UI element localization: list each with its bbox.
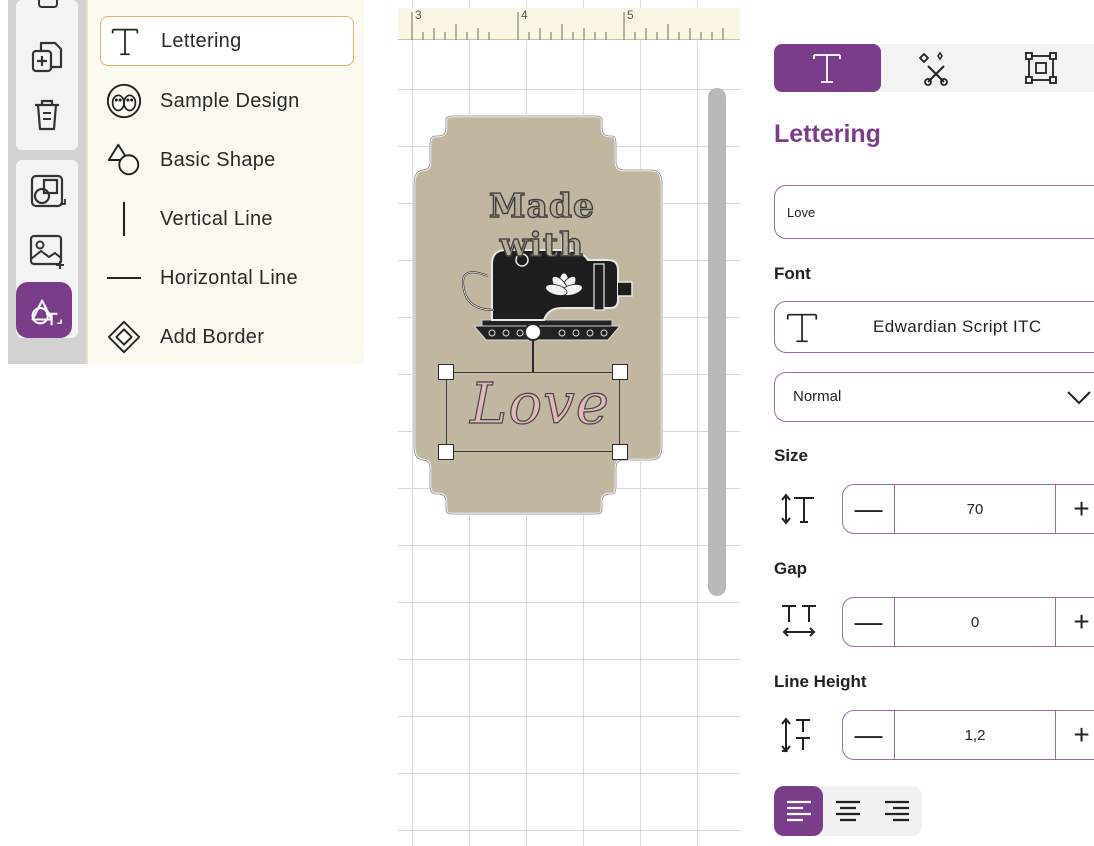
text-tab-icon [813, 54, 842, 83]
design-text-made-with[interactable]: Made with [442, 185, 642, 264]
line-height-stepper: — 1,2 + [842, 710, 1094, 760]
rotation-stem [532, 340, 534, 372]
top-ruler: 3 4 5 [398, 8, 740, 40]
text-alignment-group [774, 786, 922, 836]
menu-item-vertical-line[interactable]: Vertical Line [100, 194, 354, 244]
font-size-icon [781, 493, 814, 525]
align-center-icon [835, 800, 860, 822]
menu-item-label: Basic Shape [160, 148, 276, 171]
font-name: Edwardian Script ITC [873, 317, 1042, 336]
menu-item-label: Horizontal Line [160, 266, 298, 289]
menu-item-label: Sample Design [160, 89, 300, 112]
add-menu-panel: Lettering Sample Design Basic Shape Vert… [86, 0, 364, 364]
horizontal-line-icon [100, 259, 148, 297]
font-style-select[interactable]: Normal [774, 372, 1094, 422]
size-label: Size [774, 446, 809, 465]
line-height-value[interactable]: 1,2 [895, 711, 1055, 759]
font-style-value: Normal [793, 388, 842, 405]
menu-item-label: Add Border [160, 325, 265, 348]
canvas-vertical-scrollbar[interactable] [708, 88, 726, 596]
menu-item-basic-shape[interactable]: Basic Shape [100, 135, 354, 185]
tab-text[interactable] [774, 44, 881, 92]
letter-gap-icon [782, 605, 816, 637]
size-value[interactable]: 70 [895, 485, 1055, 533]
menu-item-lettering[interactable]: Lettering [100, 16, 354, 66]
selection-box[interactable] [446, 372, 620, 452]
align-left-icon [786, 800, 811, 822]
line-height-icon [781, 717, 810, 753]
delete-icon[interactable] [16, 86, 78, 144]
menu-item-horizontal-line[interactable]: Horizontal Line [100, 253, 354, 303]
gap-increase-button[interactable]: + [1055, 598, 1094, 646]
gap-stepper: — 0 + [842, 597, 1094, 647]
ruler-ticks [411, 12, 724, 40]
line-height-decrease-button[interactable]: — [843, 711, 895, 759]
tab-effects[interactable] [881, 44, 988, 92]
align-right-icon [885, 800, 910, 822]
add-text-shape-icon [31, 299, 62, 326]
resize-handle-bottom-left[interactable] [438, 444, 454, 460]
duplicate-icon[interactable] [16, 28, 78, 86]
shapes-icon [100, 141, 148, 179]
size-increase-button[interactable]: + [1055, 485, 1094, 533]
rotate-handle[interactable] [524, 323, 542, 341]
chevron-down-icon [1067, 391, 1091, 405]
copy-icon[interactable] [16, 0, 78, 28]
gap-label: Gap [774, 559, 808, 578]
menu-item-label: Lettering [161, 29, 242, 52]
border-icon [100, 318, 148, 356]
ruler-mark-4: 4 [521, 8, 528, 22]
font-T-icon [786, 313, 818, 343]
line-height-label: Line Height [774, 672, 867, 691]
resize-icon[interactable] [16, 162, 78, 220]
resize-handle-top-left[interactable] [438, 364, 454, 380]
transform-tab-icon [1024, 52, 1057, 84]
resize-handle-bottom-right[interactable] [612, 444, 628, 460]
resize-handle-top-right[interactable] [612, 364, 628, 380]
align-left-button[interactable] [774, 786, 824, 836]
menu-item-add-border[interactable]: Add Border [100, 312, 354, 362]
gap-decrease-button[interactable]: — [843, 598, 895, 646]
menu-item-sample-design[interactable]: Sample Design [100, 76, 354, 126]
size-stepper: — 70 + [842, 484, 1094, 534]
add-text-shape-button[interactable] [16, 282, 72, 338]
panel-tabs [774, 44, 1094, 92]
ruler-mark-5: 5 [627, 8, 634, 22]
align-center-button[interactable] [823, 786, 872, 836]
menu-item-label: Vertical Line [160, 207, 273, 230]
text-T-icon [101, 22, 149, 60]
lettering-text-input[interactable] [774, 185, 1094, 239]
line-height-increase-button[interactable]: + [1055, 711, 1094, 759]
font-label: Font [774, 264, 811, 283]
size-decrease-button[interactable]: — [843, 485, 895, 533]
ruler-mark-3: 3 [415, 8, 422, 22]
owls-icon [100, 82, 148, 120]
magic-wand-tab-icon [918, 51, 948, 86]
vertical-line-icon [100, 200, 148, 238]
gap-value[interactable]: 0 [895, 598, 1055, 646]
panel-title: Lettering [774, 120, 881, 148]
tab-transform[interactable] [987, 44, 1094, 92]
align-right-button[interactable] [873, 786, 922, 836]
font-selector[interactable]: Edwardian Script ITC [774, 301, 1094, 353]
image-add-icon[interactable] [16, 222, 78, 280]
